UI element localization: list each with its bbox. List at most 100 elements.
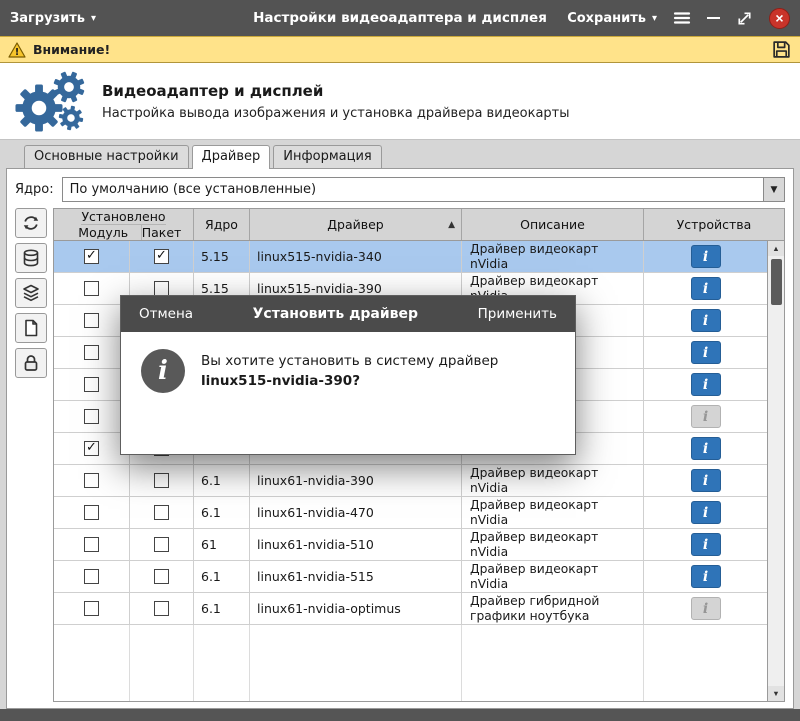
load-menu-button[interactable]: Загрузить ▾ — [10, 11, 96, 26]
lock-icon — [24, 355, 38, 371]
column-header-devices[interactable]: Устройства — [644, 209, 784, 240]
package-checkbox[interactable] — [154, 505, 169, 520]
devices-cell: i — [644, 401, 767, 432]
module-cell — [54, 305, 130, 336]
hamburger-menu-button[interactable] — [673, 11, 691, 25]
description-cell: Драйвер видеокарт nVidia — [462, 465, 644, 496]
devices-cell: i — [644, 529, 767, 560]
package-checkbox[interactable] — [154, 281, 169, 296]
driver-cell: linux61-nvidia-390 — [250, 465, 462, 496]
device-info-button[interactable]: i — [690, 469, 721, 492]
package-checkbox[interactable] — [154, 473, 169, 488]
scrollbar-thumb[interactable] — [770, 259, 782, 305]
package-checkbox[interactable] — [154, 569, 169, 584]
kernel-cell: 6.1 — [194, 465, 250, 496]
module-checkbox[interactable] — [84, 569, 99, 584]
module-checkbox[interactable] — [84, 601, 99, 616]
tab-driver[interactable]: Драйвер — [191, 145, 271, 169]
scrollbar-up-button[interactable]: ▲ — [768, 241, 784, 256]
devices-cell: i — [644, 337, 767, 368]
device-info-button: i — [690, 597, 721, 620]
device-info-button: i — [690, 405, 721, 428]
tab-main-settings[interactable]: Основные настройки — [24, 145, 189, 168]
maximize-button[interactable] — [736, 10, 753, 27]
dialog-apply-button[interactable]: Применить — [478, 306, 557, 322]
driver-row[interactable]: 61 linux61-nvidia-510 Драйвер видеокарт … — [54, 529, 767, 561]
kernel-select[interactable]: По умолчанию (все установленные) ▼ — [61, 177, 785, 202]
device-info-button[interactable]: i — [690, 565, 721, 588]
driver-cell: linux61-nvidia-510 — [250, 529, 462, 560]
column-header-description[interactable]: Описание — [462, 209, 644, 240]
driver-row[interactable]: 6.1 linux61-nvidia-515 Драйвер видеокарт… — [54, 561, 767, 593]
dialog-driver-name: linux515-nvidia-390 — [201, 372, 353, 389]
device-info-button[interactable]: i — [690, 309, 721, 332]
minimize-button[interactable] — [707, 17, 720, 19]
column-header-package[interactable]: Пакет — [142, 225, 182, 240]
refresh-icon — [23, 216, 39, 230]
scrollbar-down-button[interactable]: ▼ — [768, 686, 784, 701]
dialog-cancel-button[interactable]: Отмена — [139, 306, 193, 322]
driver-row[interactable]: 5.15 linux515-nvidia-340 Драйвер видеока… — [54, 241, 767, 273]
module-checkbox[interactable] — [84, 441, 99, 456]
module-checkbox[interactable] — [84, 537, 99, 552]
save-menu-button[interactable]: Сохранить ▾ — [567, 11, 657, 26]
package-cell — [130, 593, 194, 624]
devices-cell: i — [644, 465, 767, 496]
driver-row[interactable]: 6.1 linux61-nvidia-optimus Драйвер гибри… — [54, 593, 767, 625]
module-checkbox[interactable] — [84, 377, 99, 392]
devices-cell: i — [644, 305, 767, 336]
package-cell — [130, 497, 194, 528]
device-info-button[interactable]: i — [690, 245, 721, 268]
module-checkbox[interactable] — [84, 249, 99, 264]
app-header: Видеоадаптер и дисплей Настройка вывода … — [0, 63, 800, 140]
file-button[interactable] — [15, 313, 47, 343]
device-info-button[interactable]: i — [690, 501, 721, 524]
module-checkbox[interactable] — [84, 473, 99, 488]
kernel-cell: 5.15 — [194, 241, 250, 272]
description-cell: Драйвер гибридной графики ноутбука — [462, 593, 644, 624]
description-cell: Драйвер видеокарт nVidia — [462, 241, 644, 272]
devices-cell: i — [644, 561, 767, 592]
kernel-select-value: По умолчанию (все установленные) — [69, 182, 317, 197]
lock-button[interactable] — [15, 348, 47, 378]
chevron-down-icon: ▾ — [91, 12, 97, 24]
refresh-button[interactable] — [15, 208, 47, 238]
device-info-button[interactable]: i — [690, 533, 721, 556]
tab-information[interactable]: Информация — [273, 145, 382, 168]
module-checkbox[interactable] — [84, 505, 99, 520]
save-menu-label: Сохранить — [567, 10, 646, 26]
module-cell — [54, 401, 130, 432]
scrollbar-track[interactable] — [768, 305, 784, 686]
module-checkbox[interactable] — [84, 409, 99, 424]
column-header-driver[interactable]: Драйвер ▲ — [250, 209, 462, 240]
database-button[interactable] — [15, 243, 47, 273]
description-cell: Драйвер видеокарт nVidia — [462, 529, 644, 560]
package-checkbox[interactable] — [154, 249, 169, 264]
column-header-installed: Установлено Модуль Пакет — [54, 209, 194, 240]
close-button[interactable]: × — [769, 7, 790, 29]
column-header-module[interactable]: Модуль — [66, 225, 142, 240]
window-title: Настройки видеоадаптера и дисплея — [253, 10, 547, 26]
dialog-message-text: Вы хотите установить в систему драйвер — [201, 353, 499, 369]
kernel-cell: 6.1 — [194, 497, 250, 528]
module-checkbox[interactable] — [84, 345, 99, 360]
kernel-select-label: Ядро: — [15, 182, 54, 197]
package-checkbox[interactable] — [154, 601, 169, 616]
driver-row[interactable]: 6.1 linux61-nvidia-470 Драйвер видеокарт… — [54, 497, 767, 529]
vertical-scrollbar[interactable]: ▲ ▼ — [767, 241, 784, 701]
device-info-button[interactable]: i — [690, 437, 721, 460]
driver-row[interactable]: 6.1 linux61-nvidia-390 Драйвер видеокарт… — [54, 465, 767, 497]
module-checkbox[interactable] — [84, 313, 99, 328]
device-info-button[interactable]: i — [690, 277, 721, 300]
quick-save-button[interactable] — [771, 39, 792, 60]
devices-cell: i — [644, 433, 767, 464]
device-info-button[interactable]: i — [690, 341, 721, 364]
layers-button[interactable] — [15, 278, 47, 308]
hamburger-icon — [673, 12, 691, 24]
module-checkbox[interactable] — [84, 281, 99, 296]
column-header-kernel[interactable]: Ядро — [194, 209, 250, 240]
module-cell — [54, 561, 130, 592]
device-info-button[interactable]: i — [690, 373, 721, 396]
devices-cell: i — [644, 593, 767, 624]
package-checkbox[interactable] — [154, 537, 169, 552]
